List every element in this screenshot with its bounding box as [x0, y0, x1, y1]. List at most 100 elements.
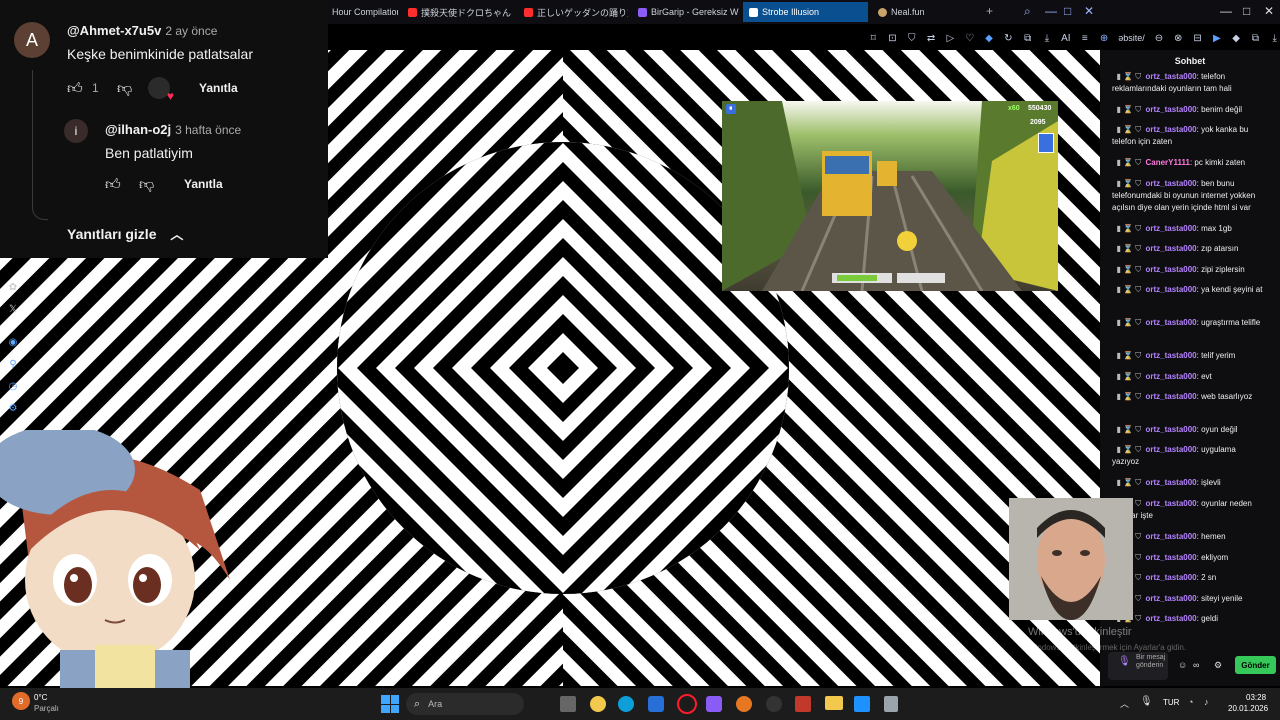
weather-badge[interactable]: 9	[12, 692, 30, 710]
download-icon[interactable]: ⤓	[1270, 32, 1280, 44]
taskbar-search[interactable]: ⌕ Ara	[406, 693, 524, 715]
chat-username[interactable]: ortz_tasta000	[1145, 244, 1196, 253]
chat-username[interactable]: ortz_tasta000	[1145, 224, 1196, 233]
edge-icon[interactable]	[618, 696, 634, 712]
tab-birgarip[interactable]: BirGarip - Gereksiz W	[632, 2, 740, 22]
extension-icon[interactable]: ◆	[984, 32, 994, 44]
extension-icon[interactable]: ◆	[1231, 32, 1241, 44]
maximize-icon[interactable]: □	[1064, 4, 1071, 18]
tab-strobe-illusion[interactable]: Strobe Illusion	[743, 2, 868, 22]
glasses-icon[interactable]: ∞	[1193, 660, 1199, 670]
chat-username[interactable]: ortz_tasta000	[1145, 179, 1196, 188]
circle-icon[interactable]: ◉	[7, 336, 19, 348]
clock-icon[interactable]: ◷	[7, 380, 19, 392]
author-handle[interactable]: @ilhan-o2j	[105, 122, 171, 137]
close-icon[interactable]: ✕	[1084, 4, 1094, 18]
share-icon[interactable]: ⊟	[1192, 32, 1202, 44]
chat-username[interactable]: ortz_tasta000	[1145, 499, 1196, 508]
comment-author[interactable]: @Ahmet-x7u5v 2 ay önce	[67, 23, 217, 38]
app-icon[interactable]	[706, 696, 722, 712]
tab-getdan[interactable]: 正しいゲッダンの踊り方 - Y	[518, 2, 628, 22]
thumbs-up-icon[interactable]: 👍︎	[67, 80, 83, 98]
x-icon[interactable]: 𝕏	[7, 303, 19, 315]
chat-username[interactable]: ortz_tasta000	[1145, 445, 1196, 454]
comment-timestamp[interactable]: 2 ay önce	[165, 24, 217, 38]
shield-icon[interactable]: ⛉	[907, 32, 917, 44]
avatar[interactable]: A	[14, 22, 50, 58]
window-maximize-icon[interactable]: □	[1243, 4, 1250, 18]
chat-username[interactable]: ortz_tasta000	[1145, 532, 1196, 541]
clock-time[interactable]: 03:28	[1246, 693, 1266, 702]
heart-icon[interactable]: ♡	[965, 32, 975, 44]
chat-username[interactable]: ortz_tasta000	[1145, 285, 1196, 294]
chat-username[interactable]: ortz_tasta000	[1145, 265, 1196, 274]
reply-author[interactable]: @ilhan-o2j 3 hafta önce	[105, 122, 241, 137]
chat-username[interactable]: ortz_tasta000	[1145, 478, 1196, 487]
language-indicator[interactable]: TUR	[1163, 698, 1179, 707]
window-minimize-icon[interactable]: —	[1220, 4, 1232, 18]
address-bar[interactable]: əbsite/	[1118, 33, 1145, 43]
thumbs-down-icon[interactable]: 👎︎	[117, 80, 132, 98]
tab-dokuro-chan[interactable]: 撲殺天使ドクロちゃん - Yo	[402, 2, 512, 22]
volume-icon[interactable]: ♪	[1204, 697, 1209, 707]
chat-username[interactable]: ortz_tasta000	[1145, 372, 1196, 381]
reply-button[interactable]: Yanıtla	[199, 81, 238, 95]
avatar[interactable]: i	[64, 119, 88, 143]
ai-button[interactable]: AI	[1061, 32, 1070, 44]
openai-icon[interactable]: ✿	[7, 281, 19, 293]
minimize-icon[interactable]: —	[1045, 4, 1057, 18]
author-handle[interactable]: @Ahmet-x7u5v	[67, 23, 161, 38]
zoom-icon[interactable]: ⊖	[1154, 32, 1164, 44]
chat-username[interactable]: CanerY1111	[1145, 158, 1189, 167]
weather-desc[interactable]: Parçalı	[34, 704, 59, 713]
hide-replies-button[interactable]: Yanıtları gizle ︿	[67, 224, 183, 243]
calculator-icon[interactable]	[884, 696, 898, 712]
emote-icon[interactable]: ☺	[1178, 660, 1187, 670]
chat-username[interactable]: ortz_tasta000	[1145, 105, 1196, 114]
gear-icon[interactable]: ⚙	[7, 402, 19, 414]
chat-username[interactable]: ortz_tasta000	[1145, 392, 1196, 401]
tab-neal-fun[interactable]: Neal.fun	[872, 2, 972, 22]
send-icon[interactable]: ▶	[1212, 32, 1222, 44]
download-icon[interactable]: ⤓	[1042, 32, 1052, 44]
thumbs-down-icon[interactable]: 👎︎	[139, 176, 154, 194]
reader-icon[interactable]: ⊡	[887, 32, 897, 44]
chat-username[interactable]: ortz_tasta000	[1145, 351, 1196, 360]
gear-icon[interactable]: ⚙	[1214, 660, 1222, 671]
task-view-icon[interactable]	[560, 696, 576, 712]
pin-icon[interactable]: ⚲	[7, 358, 19, 370]
file-explorer-icon[interactable]	[825, 696, 843, 710]
translate-icon[interactable]: ⇄	[926, 32, 936, 44]
refresh-icon[interactable]: ↻	[1003, 32, 1013, 44]
send-button[interactable]: Gönder	[1235, 656, 1276, 674]
new-tab-button[interactable]: +	[986, 4, 993, 18]
pause-icon[interactable]: ⏸	[726, 104, 736, 114]
block-icon[interactable]: ⊗	[1173, 32, 1183, 44]
firefox-icon[interactable]	[736, 696, 752, 712]
window-close-icon[interactable]: ✕	[1264, 4, 1274, 18]
app-icon[interactable]	[795, 696, 811, 712]
copilot-icon[interactable]	[590, 696, 606, 712]
weather-temp[interactable]: 0°C	[34, 693, 47, 702]
chat-input[interactable]: 🎙︎ Bir mesaj gönderin	[1108, 652, 1168, 680]
chat-username[interactable]: ortz_tasta000	[1145, 125, 1196, 134]
opera-icon[interactable]	[677, 694, 697, 714]
mic-icon[interactable]: 🎙︎	[1140, 696, 1153, 707]
chat-username[interactable]: ortz_tasta000	[1145, 72, 1196, 81]
chat-username[interactable]: ortz_tasta000	[1145, 594, 1196, 603]
comment-timestamp[interactable]: 3 hafta önce	[175, 123, 241, 137]
menu-icon[interactable]: ≡	[1080, 32, 1090, 44]
search-icon[interactable]: ⌕	[1024, 4, 1031, 19]
windows-start-icon[interactable]	[381, 695, 399, 713]
game-video-overlay[interactable]: ⏸ x60 550430 2095	[722, 101, 1058, 291]
reply-button[interactable]: Yanıtla	[184, 177, 223, 191]
chat-username[interactable]: ortz_tasta000	[1145, 614, 1196, 623]
puzzle-icon[interactable]: ⧉	[1250, 32, 1260, 44]
app-icon[interactable]	[766, 696, 782, 712]
chat-username[interactable]: ortz_tasta000	[1145, 318, 1196, 327]
thumbs-up-icon[interactable]: 👍︎	[105, 176, 121, 194]
puzzle-icon[interactable]: ⧉	[1023, 32, 1033, 44]
chat-username[interactable]: ortz_tasta000	[1145, 425, 1196, 434]
chat-username[interactable]: ortz_tasta000	[1145, 573, 1196, 582]
wifi-icon[interactable]: ◔	[1188, 697, 1193, 707]
